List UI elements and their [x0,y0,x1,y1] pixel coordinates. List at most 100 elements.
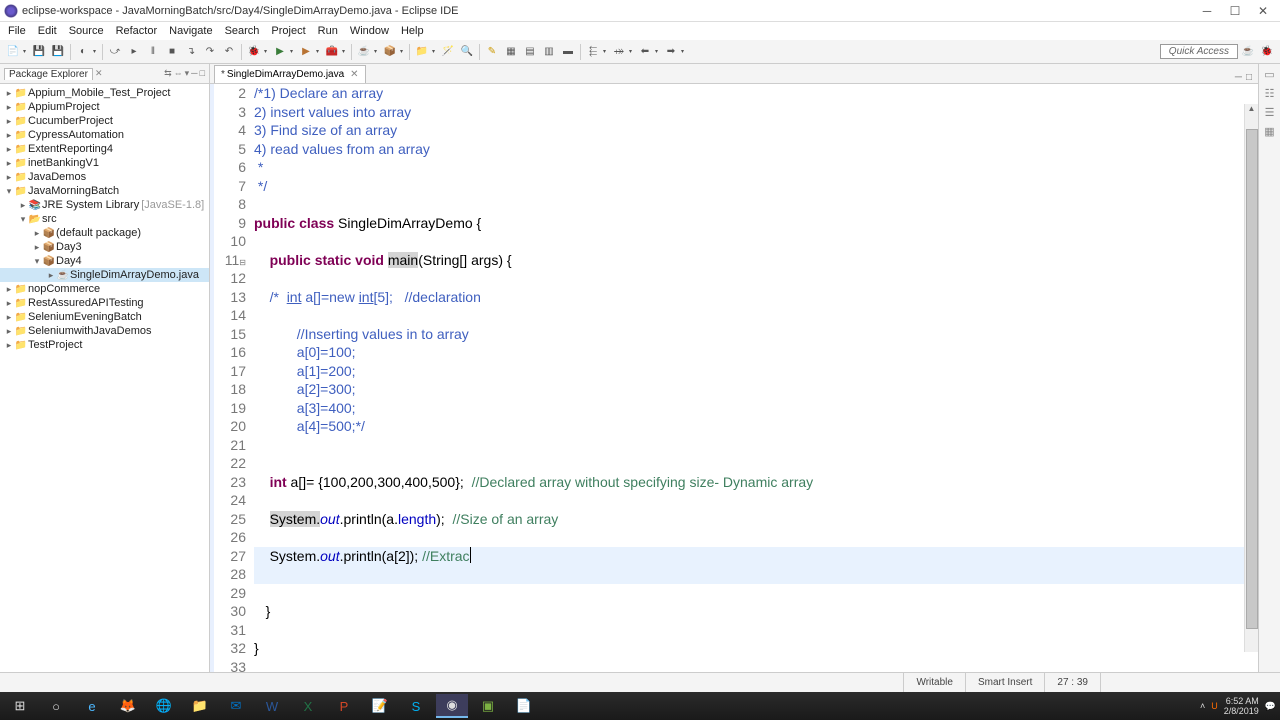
coverage-icon[interactable]: ▶ [297,43,315,61]
search-icon[interactable]: 🔍 [458,43,476,61]
step-return-icon[interactable]: ↶ [220,43,238,61]
toggle-bc-icon[interactable]: ▬ [559,43,577,61]
eclipse-icon [4,4,18,18]
new-java-icon[interactable]: ☕ [355,43,373,61]
tree-project: ▸📁SeleniumEveningBatch [0,310,209,324]
explorer-icon[interactable]: 📁 [184,694,216,718]
collapse-all-icon[interactable]: ⇆ [164,68,172,79]
status-position: 27 : 39 [1044,673,1100,692]
save-icon[interactable]: 💾 [30,43,48,61]
vertical-scrollbar[interactable]: ▲ [1244,104,1258,652]
tree-default-pkg: ▸📦(default package) [0,226,209,240]
save-all-icon[interactable]: 💾 [49,43,67,61]
tray-up-icon[interactable]: ˄ [1200,701,1205,711]
tree-project: ▸📁Appium_Mobile_Test_Project [0,86,209,100]
package-explorer-tab[interactable]: Package Explorer [4,68,93,80]
menu-project[interactable]: Project [265,25,311,37]
editor-pane: * SingleDimArrayDemo.java ✕ ─ □ 23456789… [210,64,1258,672]
outline-icon[interactable]: ☷ [1265,87,1275,100]
tab-label: SingleDimArrayDemo.java [227,69,344,80]
maximize-view-icon[interactable]: □ [200,68,205,79]
menu-refactor[interactable]: Refactor [110,25,164,37]
window-title: eclipse-workspace - JavaMorningBatch/src… [22,5,1194,17]
view-menu-icon[interactable]: ▾ [185,68,190,79]
toggle-mark-icon[interactable]: ✎ [483,43,501,61]
tree-project: ▸📁TestProject [0,338,209,352]
firefox-icon[interactable]: 🦊 [112,694,144,718]
prev-edit-icon[interactable]: ⬱ [584,43,602,61]
restore-icon[interactable]: ▭ [1264,68,1274,81]
tree-project: ▸📁ExtentReporting4 [0,142,209,156]
tree-project: ▸📁JavaDemos [0,170,209,184]
new-package-icon[interactable]: 📦 [381,43,399,61]
back-icon[interactable]: ⬅ [636,43,654,61]
notepad-icon[interactable]: 📄 [508,694,540,718]
menu-navigate[interactable]: Navigate [163,25,218,37]
minimize-view-icon[interactable]: ─ [191,68,197,79]
powerpoint-icon[interactable]: P [328,694,360,718]
tree-project: ▸📁RestAssuredAPITesting [0,296,209,310]
editor-minimize-icon[interactable]: ─ [1235,72,1242,83]
start-button[interactable]: ⊞ [4,694,36,718]
perspective-java-icon[interactable]: ☕ [1239,43,1257,61]
eclipse-task-icon[interactable]: ◉ [436,694,468,718]
menu-help[interactable]: Help [395,25,430,37]
skype-icon[interactable]: S [400,694,432,718]
chrome-icon[interactable]: 🌐 [148,694,180,718]
menu-source[interactable]: Source [63,25,110,37]
editor-maximize-icon[interactable]: □ [1246,72,1252,83]
toggle-block-icon[interactable]: ▦ [502,43,520,61]
editor-tab-active[interactable]: * SingleDimArrayDemo.java ✕ [214,65,366,83]
title-bar: eclipse-workspace - JavaMorningBatch/src… [0,0,1280,22]
task-list-icon[interactable]: ☰ [1265,106,1275,119]
wand-icon[interactable]: 🪄 [439,43,457,61]
link-editor-icon[interactable]: ⇔ [174,68,183,79]
notification-icon[interactable]: 💬 [1265,701,1276,712]
quick-access[interactable]: Quick Access [1160,44,1238,59]
outlook-icon[interactable]: ✉ [220,694,252,718]
cortana-icon[interactable]: ○ [40,694,72,718]
toggle-word-icon[interactable]: ▤ [521,43,539,61]
menu-run[interactable]: Run [312,25,344,37]
debug-skip-icon[interactable]: ⤻ [106,43,124,61]
suspend-icon[interactable]: ‖ [144,43,162,61]
word-icon[interactable]: W [256,694,288,718]
open-task-icon[interactable]: 📁 [413,43,431,61]
ext-tools-icon[interactable]: 🧰 [323,43,341,61]
terminate-icon[interactable]: ■ [163,43,181,61]
tab-close-icon[interactable]: ✕ [350,69,358,80]
close-button[interactable]: ✕ [1250,2,1276,20]
next-edit-icon[interactable]: ⤀ [610,43,628,61]
sticky-icon[interactable]: 📝 [364,694,396,718]
minimap-icon[interactable]: ▦ [1264,125,1274,138]
menu-edit[interactable]: Edit [32,25,63,37]
tab-close-icon[interactable]: ✕ [95,68,103,79]
excel-icon[interactable]: X [292,694,324,718]
tree-day4: ▾📦Day4 [0,254,209,268]
run-icon[interactable]: ▶ [271,43,289,61]
resume-icon[interactable]: ▸ [125,43,143,61]
tree-project-expanded: ▾📁JavaMorningBatch [0,184,209,198]
step-over-icon[interactable]: ↷ [201,43,219,61]
project-tree[interactable]: ▸📁Appium_Mobile_Test_Project ▸📁AppiumPro… [0,84,209,672]
status-writable: Writable [903,673,965,692]
edge-icon[interactable]: e [76,694,108,718]
new-icon[interactable]: 📄 [4,43,22,61]
menu-window[interactable]: Window [344,25,395,37]
tray-app-icon[interactable]: U [1211,701,1218,711]
menu-search[interactable]: Search [219,25,266,37]
maximize-button[interactable]: ☐ [1222,2,1248,20]
debug-icon[interactable]: 🐞 [245,43,263,61]
minimize-button[interactable]: ─ [1194,2,1220,20]
code-content[interactable]: /*1) Declare an array 2) insert values i… [254,84,1258,672]
forward-icon[interactable]: ➡ [662,43,680,61]
toggle-ws-icon[interactable]: ▥ [540,43,558,61]
tree-project: ▸📁CypressAutomation [0,128,209,142]
system-clock[interactable]: 6:52 AM 2/8/2019 [1224,696,1259,716]
menu-file[interactable]: File [2,25,32,37]
app-icon[interactable]: ▣ [472,694,504,718]
perspective-debug-icon[interactable]: 🐞 [1258,43,1276,61]
step-into-icon[interactable]: ↴ [182,43,200,61]
open-type-icon[interactable]: ◐ [74,43,92,61]
code-editor[interactable]: 234567891011⊟121314151617181920212223242… [210,84,1258,672]
